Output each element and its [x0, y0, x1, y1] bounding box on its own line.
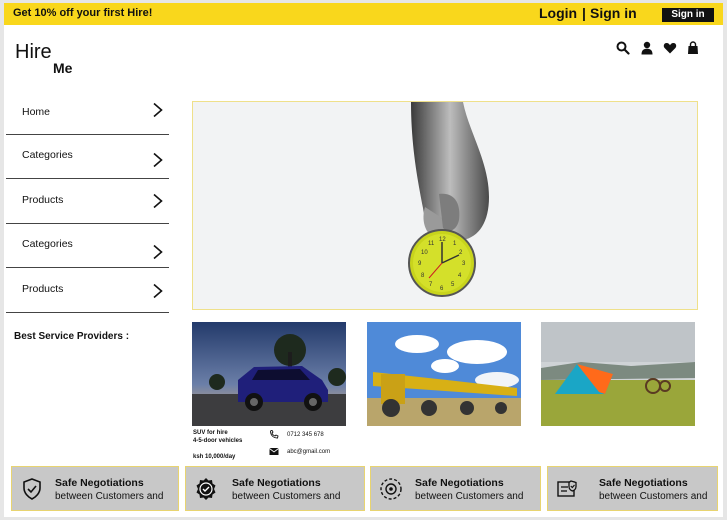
sidebar-item-label: Home	[22, 106, 51, 118]
listing-machinery-image[interactable]	[367, 322, 521, 426]
suv-photo	[192, 322, 346, 426]
signin-button[interactable]: Sign in	[662, 8, 714, 22]
feature-title: Safe Negotiations	[232, 477, 321, 489]
bag-icon[interactable]	[686, 41, 700, 55]
feature-box-4: Safe Negotiations between Customers and	[547, 466, 718, 511]
sidebar-item-label: Categories	[22, 149, 73, 161]
phone-icon	[269, 430, 279, 439]
feature-title: Safe Negotiations	[599, 477, 688, 489]
feature-subtitle: between Customers and	[599, 491, 708, 502]
sidebar-item-categories[interactable]: Categories	[6, 135, 169, 179]
feature-box-2: Safe Negotiations between Customers and	[185, 466, 365, 511]
sidebar-item-label: Products	[22, 283, 64, 295]
feature-subtitle: between Customers and	[232, 491, 341, 502]
feature-box-3: Safe Negotiations between Customers and	[370, 466, 541, 511]
tent-photo	[541, 322, 695, 426]
svg-text:10: 10	[421, 250, 428, 256]
page: Get 10% off your first Hire! Login | Sig…	[4, 3, 723, 517]
svg-text:11: 11	[428, 241, 435, 247]
mail-icon	[269, 447, 279, 456]
login-link[interactable]: Login	[539, 5, 577, 21]
promo-text: Get 10% off your first Hire!	[13, 7, 153, 19]
best-service-providers-heading: Best Service Providers :	[14, 331, 130, 342]
sidebar-item-home[interactable]: Home	[6, 91, 169, 135]
machinery-photo	[367, 322, 521, 426]
listing-suv-image[interactable]	[192, 322, 346, 426]
search-icon[interactable]	[616, 41, 630, 55]
sidebar-item-categories-2[interactable]: Categories	[6, 224, 169, 268]
badge-check-icon	[194, 477, 218, 501]
heart-icon[interactable]	[663, 41, 677, 55]
feature-subtitle: between Customers and	[415, 491, 524, 502]
feature-title: Safe Negotiations	[55, 477, 144, 489]
hand-holding-clock-image: 123 69 12 45 78 1011	[408, 102, 489, 297]
sidebar-item-products[interactable]: Products	[6, 180, 169, 224]
user-icon[interactable]	[640, 41, 654, 55]
listing-tent-image[interactable]	[541, 322, 695, 426]
svg-text:12: 12	[439, 237, 446, 243]
signin-link[interactable]: Sign in	[590, 5, 637, 21]
sidebar-item-label: Products	[22, 194, 64, 206]
feature-title: Safe Negotiations	[415, 477, 504, 489]
listing-price: ksh 10,000/day	[193, 454, 236, 460]
sidebar-item-label: Categories	[22, 238, 73, 250]
chevron-right-icon	[152, 152, 164, 168]
listing-phone[interactable]: 0712 345 678	[287, 431, 324, 439]
listing-subtitle: 4-5-door vehicles	[193, 438, 243, 444]
chevron-right-icon	[152, 244, 164, 260]
gear-hand-icon	[379, 477, 403, 501]
certificate-icon	[556, 477, 580, 501]
chevron-right-icon	[152, 193, 164, 209]
feature-box-1: Safe Negotiations between Customers and	[11, 466, 179, 511]
login-separator: |	[582, 5, 586, 21]
listing-title: SUV for hire	[193, 430, 228, 436]
sidebar-item-products-2[interactable]: Products	[6, 269, 169, 313]
listing-email[interactable]: abc@gmail.com	[287, 448, 330, 456]
hero-banner[interactable]: 12 3 69 12 45 78 10 11	[192, 101, 698, 310]
chevron-right-icon	[152, 283, 164, 299]
logo-me[interactable]: Me	[53, 60, 72, 76]
chevron-right-icon	[152, 102, 164, 118]
logo-hire[interactable]: Hire	[15, 41, 52, 64]
feature-subtitle: between Customers and	[55, 491, 164, 502]
promo-bar: Get 10% off your first Hire! Login | Sig…	[4, 3, 723, 25]
shield-check-icon	[20, 477, 44, 501]
